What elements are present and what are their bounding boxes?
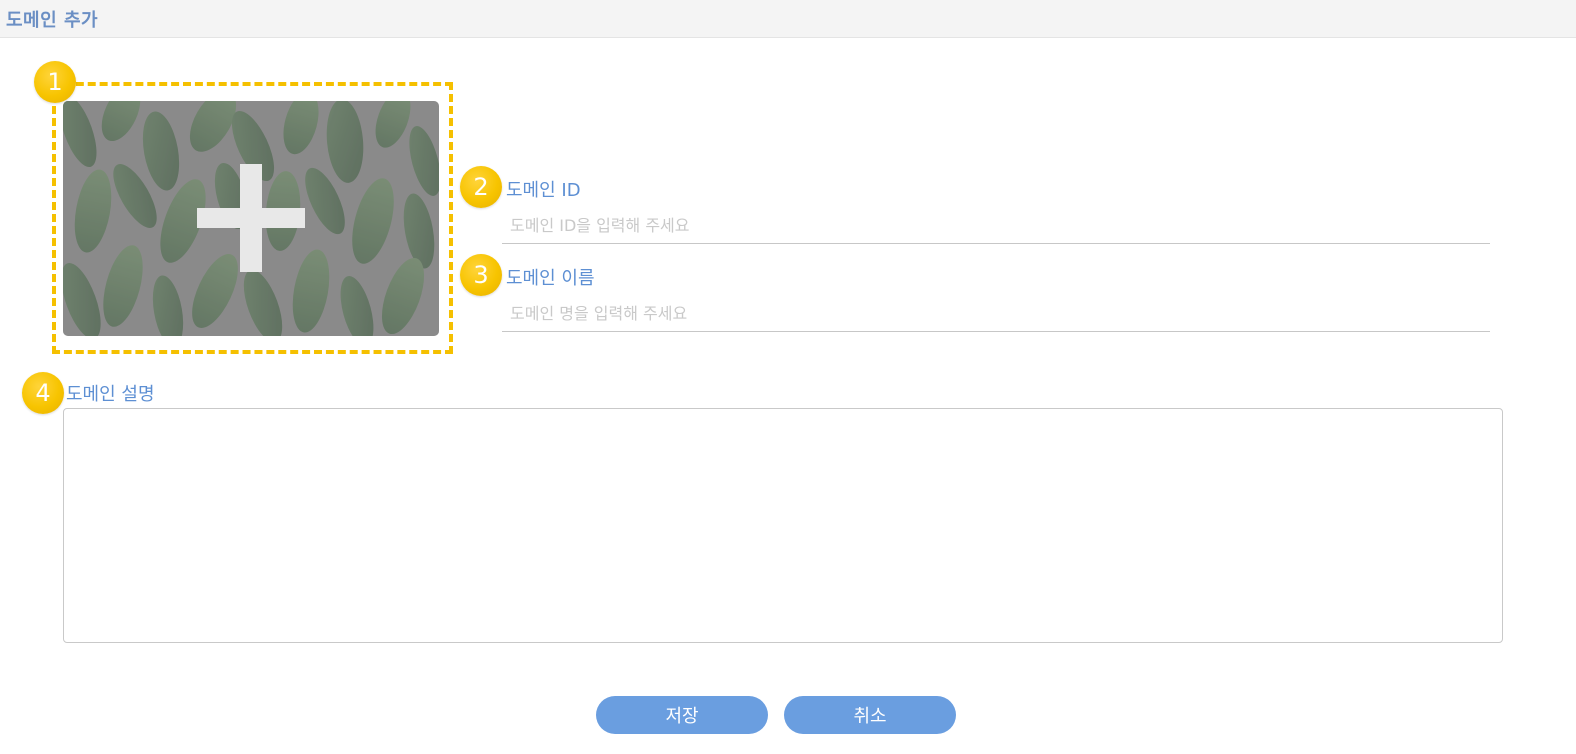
domain-id-input[interactable] bbox=[502, 208, 1490, 244]
domain-description-textarea[interactable] bbox=[63, 408, 1503, 643]
save-button[interactable]: 저장 bbox=[596, 696, 768, 734]
domain-name-label: 도메인 이름 bbox=[506, 268, 595, 289]
domain-id-label: 도메인 ID bbox=[506, 180, 581, 201]
domain-name-input[interactable] bbox=[502, 296, 1490, 332]
header-bar: 도메인 추가 bbox=[0, 0, 1576, 38]
step-badge-2: 2 bbox=[460, 166, 502, 208]
step-badge-1: 1 bbox=[34, 61, 76, 103]
step-badge-4: 4 bbox=[22, 372, 64, 414]
cancel-button[interactable]: 취소 bbox=[784, 696, 956, 734]
domain-image-upload[interactable] bbox=[63, 101, 439, 336]
plus-icon bbox=[197, 164, 305, 272]
page-title: 도메인 추가 bbox=[6, 10, 99, 31]
domain-description-label: 도메인 설명 bbox=[66, 384, 155, 405]
step-badge-3: 3 bbox=[460, 254, 502, 296]
